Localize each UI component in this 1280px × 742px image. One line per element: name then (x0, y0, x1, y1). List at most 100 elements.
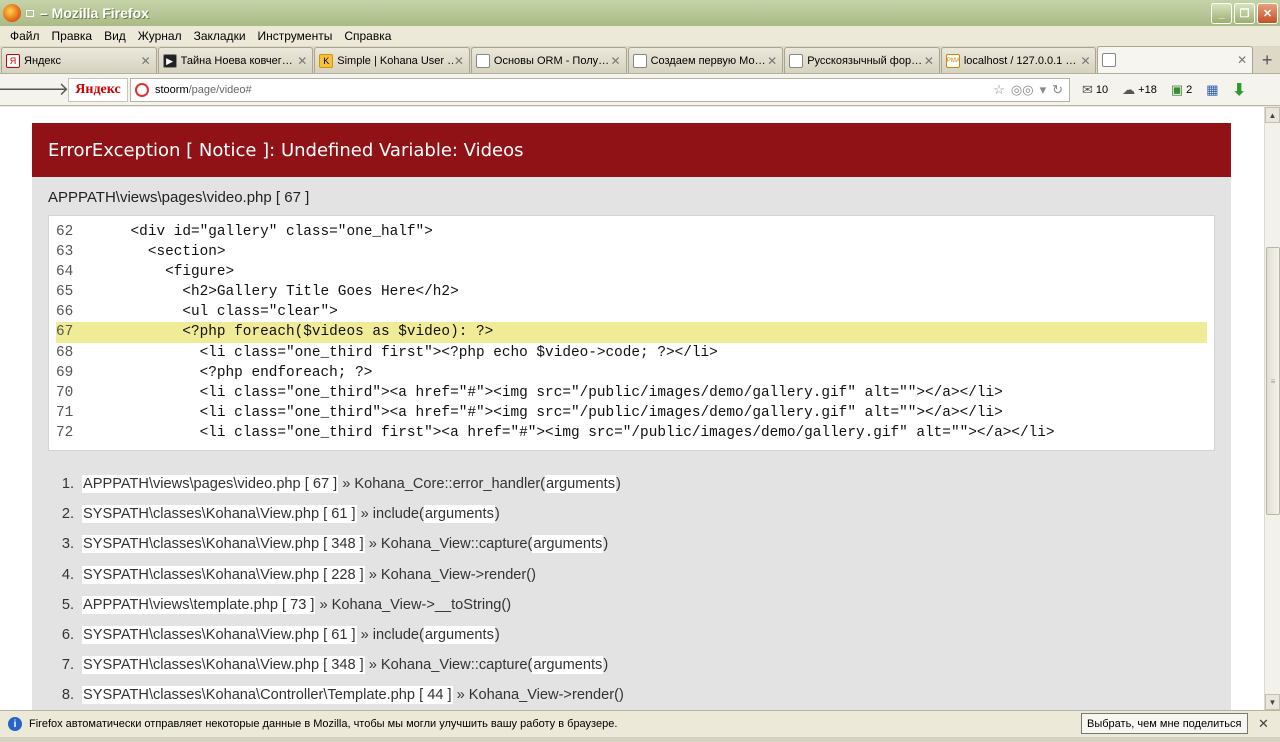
vertical-scrollbar[interactable]: ▲ ≡ ▼ (1264, 107, 1280, 710)
scrollbar-thumb[interactable]: ≡ (1266, 247, 1280, 515)
tab-close-icon[interactable]: ✕ (296, 54, 308, 68)
trace-file-link[interactable]: APPPATH\views\pages\video.php [ 67 ] (82, 475, 339, 494)
play-favicon-icon: ▶ (162, 53, 177, 68)
tab-label: Тайна Ноева ковчег… (180, 54, 293, 67)
scroll-up-icon[interactable]: ▲ (1265, 107, 1280, 123)
code-line-highlighted: 67 <?php foreach($videos as $video): ?> (56, 322, 1207, 343)
bookmark-star-icon[interactable]: ☆ (993, 82, 1005, 98)
choose-data-button[interactable]: Выбрать, чем мне поделиться (1081, 713, 1248, 734)
trace-item: 5. APPPATH\views\template.php [ 73 ] » Ko… (48, 590, 1208, 620)
yandex-favicon-icon: Я (6, 53, 20, 68)
trace-number: 6. (61, 627, 74, 644)
trace-call: » Kohana_View->render() (452, 687, 624, 704)
menu-bookmarks[interactable]: Закладки (188, 29, 252, 43)
line-number: 71 (56, 404, 74, 421)
blank-page-icon (789, 53, 804, 68)
trace-call-end: ) (603, 536, 609, 553)
window-title: – Mozilla Firefox (40, 5, 149, 21)
tab-yandex[interactable]: Я Яндекс ✕ (1, 47, 157, 73)
menu-history[interactable]: Журнал (132, 29, 188, 43)
tab-close-icon[interactable]: ✕ (1079, 54, 1091, 68)
tab-close-icon[interactable]: ✕ (453, 54, 465, 68)
trace-arguments-link[interactable]: arguments (532, 535, 604, 554)
trace-file-link[interactable]: SYSPATH\classes\Kohana\View.php [ 348 ] (82, 535, 365, 554)
tab-close-icon[interactable]: ✕ (766, 54, 778, 68)
menu-help[interactable]: Справка (338, 29, 397, 43)
minimize-button[interactable]: _ (1211, 3, 1232, 24)
counter-value: 2 (1186, 83, 1193, 96)
dropdown-arrow-icon[interactable]: ▾ (1040, 82, 1047, 98)
mail-widget[interactable]: ✉ 10 (1082, 82, 1108, 98)
trace-arguments-link[interactable]: arguments (545, 475, 616, 494)
forward-button[interactable]: 🡒 (21, 77, 69, 103)
tab-first-module[interactable]: Создаем первую Мо… ✕ (627, 47, 784, 73)
weather-widget[interactable]: ☁ +18 (1122, 82, 1157, 98)
tab-orm[interactable]: Основы ORM - Полу… ✕ (470, 47, 627, 73)
menu-file[interactable]: Файл (4, 29, 46, 43)
trace-number: 8. (61, 687, 74, 704)
yandex-button[interactable]: Яндекс (68, 77, 128, 102)
trace-file-link[interactable]: SYSPATH\classes\Kohana\View.php [ 61 ] (82, 626, 357, 645)
source-code-box: 62 <div id="gallery" class="one_half"> 63… (48, 215, 1215, 451)
toolbar-widgets: ✉ 10 ☁ +18 ▣ 2 ▦ ⬇ (1082, 80, 1246, 100)
trace-call: » Kohana_View->render() (364, 566, 537, 583)
line-number: 66 (56, 304, 74, 321)
tab-kohana-user[interactable]: K Simple | Kohana User … ✕ (314, 47, 470, 73)
tab-label: Создаем первую Мо… (650, 54, 766, 67)
code-line: 70 <li class="one_third"><a href="#"><im… (56, 383, 1207, 403)
code-text: <li class="one_third"><a href="#"><img s… (96, 404, 1003, 421)
code-text: <section> (96, 244, 226, 261)
downloads-button[interactable]: ⬇ (1233, 80, 1246, 100)
reload-icon[interactable]: ↻ (1052, 82, 1063, 98)
phpmyadmin-favicon-icon: PMA (945, 53, 960, 68)
menu-tools[interactable]: Инструменты (252, 29, 339, 43)
tab-close-icon[interactable]: ✕ (610, 54, 622, 68)
line-number: 69 (56, 364, 74, 381)
trace-file-link[interactable]: SYSPATH\classes\Kohana\View.php [ 348 ] (82, 656, 365, 675)
download-arrow-icon: ⬇ (1232, 81, 1246, 99)
code-line: 69 <?php endforeach; ?> (56, 363, 1207, 383)
trace-arguments-link[interactable]: arguments (532, 656, 604, 675)
code-text: <div id="gallery" class="one_half"> (96, 224, 433, 240)
tab-label: Русскоязычный фор… (807, 54, 923, 67)
tab-close-icon[interactable]: ✕ (923, 54, 935, 68)
line-number: 62 (56, 224, 74, 240)
menu-view[interactable]: Вид (98, 29, 132, 43)
trace-file-link[interactable]: SYSPATH\classes\Kohana\Controller\Templa… (82, 686, 453, 705)
scroll-down-icon[interactable]: ▼ (1265, 694, 1280, 710)
tab-active[interactable]: ✕ (1097, 46, 1254, 73)
tab-close-icon[interactable]: ✕ (140, 54, 152, 68)
trace-item: 2. SYSPATH\classes\Kohana\View.php [ 61 ]… (48, 499, 1208, 529)
tab-close-icon[interactable]: ✕ (1236, 53, 1248, 67)
error-title: ErrorException [ Notice ]: Undefined Var… (32, 123, 1231, 177)
trace-file-link[interactable]: SYSPATH\classes\Kohana\View.php [ 228 ] (82, 565, 365, 584)
counter-widget[interactable]: ▣ 2 (1171, 82, 1192, 98)
weather-temp: +18 (1138, 83, 1157, 96)
blank-page-icon (1102, 53, 1117, 67)
close-icon[interactable]: ✕ (1258, 716, 1269, 732)
trace-arguments-link[interactable]: arguments (423, 505, 495, 524)
notification-text: Firefox автоматически отправляет некотор… (29, 718, 618, 730)
reader-glasses-icon[interactable]: ◎◎ (1011, 82, 1034, 98)
restore-button[interactable]: ❐ (1234, 3, 1255, 24)
code-text: <figure> (96, 264, 235, 281)
trace-number: 5. (61, 596, 74, 613)
close-window-button[interactable]: ✕ (1257, 3, 1278, 24)
menu-edit[interactable]: Правка (46, 29, 99, 43)
tab-russian-forum[interactable]: Русскоязычный фор… ✕ (784, 47, 940, 73)
mail-count: 10 (1095, 83, 1109, 96)
trace-arguments-link[interactable]: arguments (423, 626, 495, 645)
site-identity-icon[interactable] (135, 82, 149, 97)
info-icon: i (8, 717, 22, 731)
code-line: 66 <ul class="clear"> (56, 302, 1207, 322)
trace-file-link[interactable]: APPPATH\views\template.php [ 73 ] (82, 595, 316, 614)
tab-phpmyadmin[interactable]: PMA localhost / 127.0.0.1 … ✕ (940, 47, 1097, 73)
trace-file-link[interactable]: SYSPATH\classes\Kohana\View.php [ 61 ] (82, 505, 357, 524)
tab-bar: Я Яндекс ✕ ▶ Тайна Ноева ковчег… ✕ K Sim… (0, 46, 1280, 74)
menu-bar: Файл Правка Вид Журнал Закладки Инструме… (0, 26, 1280, 46)
firefox-logo-icon (3, 4, 21, 22)
tab-video[interactable]: ▶ Тайна Ноева ковчег… ✕ (157, 47, 314, 73)
extension-button[interactable]: ▦ (1206, 82, 1218, 98)
new-tab-button[interactable]: + (1254, 47, 1280, 73)
url-bar[interactable]: stoorm/page/video# ☆ ◎◎ ▾ ↻ (130, 77, 1070, 102)
